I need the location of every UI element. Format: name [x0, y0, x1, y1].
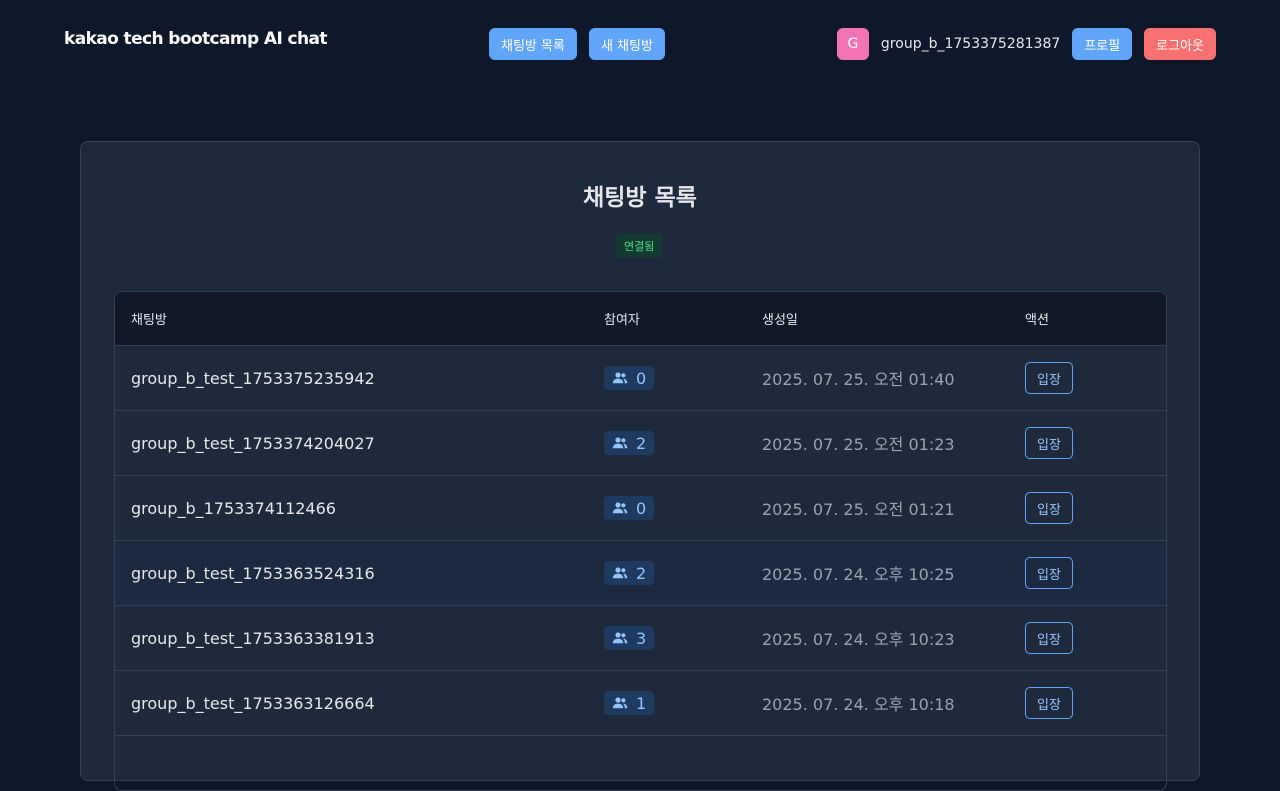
- enter-room-button[interactable]: 입장: [1025, 622, 1073, 654]
- participant-badge: 0: [604, 496, 655, 520]
- user-menu: G group_b_1753375281387 프로필 로그아웃: [836, 28, 1216, 60]
- table-row: group_b_test_1753363524316 2 2025. 07. 2…: [115, 541, 1166, 606]
- connection-status-badge: 연결됨: [616, 234, 663, 258]
- room-name: group_b_1753374112466: [131, 498, 336, 518]
- users-icon: [612, 697, 628, 709]
- table-row: group_b_test_1753363381913 3 2025. 07. 2…: [115, 606, 1166, 671]
- header-participants: 참여자: [604, 313, 640, 328]
- enter-room-button[interactable]: 입장: [1025, 362, 1073, 394]
- participant-badge: 2: [604, 431, 655, 455]
- room-name: group_b_test_1753363524316: [131, 563, 375, 583]
- created-date: 2025. 07. 25. 오전 01:21: [762, 500, 955, 519]
- participant-count: 3: [636, 628, 647, 648]
- participant-count: 2: [636, 563, 647, 583]
- logout-button[interactable]: 로그아웃: [1144, 28, 1216, 60]
- header-room-name: 채팅방: [131, 313, 167, 328]
- users-icon: [612, 502, 628, 514]
- top-navbar: kakao tech bootcamp AI chat 채팅방 목록 새 채팅방…: [0, 0, 1280, 88]
- created-date: 2025. 07. 24. 오후 10:18: [762, 695, 955, 714]
- enter-room-button[interactable]: 입장: [1025, 557, 1073, 589]
- participant-badge: 0: [604, 366, 655, 390]
- header-action: 액션: [1025, 313, 1049, 328]
- new-room-button[interactable]: 새 채팅방: [588, 28, 665, 60]
- room-list-card: 채팅방 목록 연결됨 채팅방 참여자 생성일 액션 group_b_test_1…: [80, 141, 1200, 791]
- created-date: 2025. 07. 25. 오전 01:40: [762, 370, 955, 389]
- participant-count: 0: [636, 368, 647, 388]
- enter-room-button[interactable]: 입장: [1025, 492, 1073, 524]
- room-table: 채팅방 참여자 생성일 액션 group_b_test_175337523594…: [114, 291, 1167, 791]
- table-row: group_b_1753374112466 0 2025. 07. 25. 오전…: [115, 476, 1166, 541]
- username: group_b_1753375281387: [880, 36, 1061, 52]
- page-title: 채팅방 목록: [583, 185, 697, 211]
- participant-count: 1: [636, 693, 647, 713]
- header-created: 생성일: [762, 313, 798, 328]
- nav-buttons: 채팅방 목록 새 채팅방: [489, 28, 665, 60]
- created-date: 2025. 07. 25. 오전 01:23: [762, 435, 955, 454]
- participant-count: 0: [636, 498, 647, 518]
- room-name: group_b_test_1753375235942: [131, 368, 375, 388]
- users-icon: [612, 372, 628, 384]
- enter-room-button[interactable]: 입장: [1025, 687, 1073, 719]
- users-icon: [612, 632, 628, 644]
- profile-button[interactable]: 프로필: [1072, 28, 1133, 60]
- enter-room-button[interactable]: 입장: [1025, 427, 1073, 459]
- room-name: group_b_test_1753363381913: [131, 628, 375, 648]
- room-list-button[interactable]: 채팅방 목록: [489, 28, 577, 60]
- users-icon: [612, 567, 628, 579]
- participant-count: 2: [636, 433, 647, 453]
- participant-badge: 2: [604, 561, 655, 585]
- table-row: group_b_test_1753363126664 1 2025. 07. 2…: [115, 671, 1166, 736]
- created-date: 2025. 07. 24. 오후 10:25: [762, 565, 955, 584]
- room-name: group_b_test_1753363126664: [131, 693, 375, 713]
- participant-badge: 1: [604, 691, 655, 715]
- room-name: group_b_test_1753374204027: [131, 433, 375, 453]
- table-header: 채팅방 참여자 생성일 액션: [115, 292, 1166, 346]
- created-date: 2025. 07. 24. 오후 10:23: [762, 630, 955, 649]
- table-row: group_b_test_1753375235942 0 2025. 07. 2…: [115, 346, 1166, 411]
- avatar: G: [836, 28, 869, 60]
- brand-logo[interactable]: kakao tech bootcamp AI chat: [64, 29, 327, 49]
- users-icon: [612, 437, 628, 449]
- participant-badge: 3: [604, 626, 655, 650]
- table-row: group_b_test_1753374204027 2 2025. 07. 2…: [115, 411, 1166, 476]
